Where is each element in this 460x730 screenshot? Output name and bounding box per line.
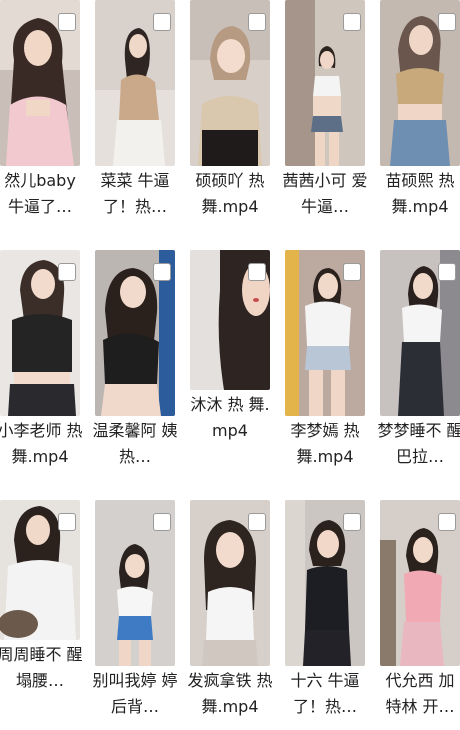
select-checkbox[interactable] <box>153 513 171 531</box>
select-checkbox[interactable] <box>58 13 76 31</box>
select-checkbox[interactable] <box>343 13 361 31</box>
video-thumbnail-grid: 然儿baby 牛逼了… 菜菜 牛逼 了！热… 硕硕吖 热 舞.mp4 茜茜小可 … <box>0 0 460 730</box>
video-tile[interactable]: 别叫我婷 婷 后背… <box>92 500 178 730</box>
video-filename: 硕硕吖 热 舞.mp4 <box>195 171 265 216</box>
video-filename: 梦梦睡不 醒 巴拉… <box>377 421 460 466</box>
video-filename: 苗硕熙 热 舞.mp4 <box>385 171 455 216</box>
select-checkbox[interactable] <box>343 263 361 281</box>
select-checkbox[interactable] <box>58 513 76 531</box>
video-thumbnail[interactable] <box>95 0 175 166</box>
video-filename: 代允西 加 特林 开… <box>385 671 455 716</box>
select-checkbox[interactable] <box>438 263 456 281</box>
video-tile[interactable]: 硕硕吖 热 舞.mp4 <box>190 0 270 230</box>
select-checkbox[interactable] <box>343 513 361 531</box>
video-filename: 发疯拿铁 热舞.mp4 <box>187 671 273 716</box>
video-thumbnail[interactable] <box>0 500 80 640</box>
video-filename: 别叫我婷 婷 后背… <box>92 671 178 716</box>
video-filename: 十六 牛逼 了！热… <box>290 671 360 716</box>
video-filename: 小李老师 热舞.mp4 <box>0 421 83 466</box>
video-tile[interactable]: 温柔馨阿 姨 热… <box>92 250 178 480</box>
video-filename: 周周睡不 醒 塌腰… <box>0 645 83 690</box>
video-thumbnail[interactable] <box>380 500 460 666</box>
video-tile[interactable]: 代允西 加 特林 开… <box>380 500 460 730</box>
select-checkbox[interactable] <box>438 13 456 31</box>
video-thumbnail[interactable] <box>285 0 365 166</box>
video-tile[interactable]: 小李老师 热舞.mp4 <box>0 250 83 480</box>
video-thumbnail[interactable] <box>190 250 270 390</box>
video-filename: 然儿baby 牛逼了… <box>4 171 76 216</box>
video-filename: 茜茜小可 爱 牛逼… <box>282 171 368 216</box>
video-filename: 温柔馨阿 姨 热… <box>92 421 178 466</box>
video-thumbnail[interactable] <box>190 500 270 666</box>
video-thumbnail[interactable] <box>285 250 365 416</box>
video-thumbnail[interactable] <box>0 250 80 416</box>
video-filename: 沐沐 热 舞.mp4 <box>190 395 270 440</box>
video-tile[interactable]: 李梦嫣 热 舞.mp4 <box>285 250 365 480</box>
select-checkbox[interactable] <box>248 513 266 531</box>
select-checkbox[interactable] <box>58 263 76 281</box>
video-tile[interactable]: 梦梦睡不 醒 巴拉… <box>377 250 460 480</box>
video-tile[interactable]: 菜菜 牛逼 了！热… <box>95 0 175 230</box>
video-thumbnail[interactable] <box>95 500 175 666</box>
select-checkbox[interactable] <box>248 13 266 31</box>
select-checkbox[interactable] <box>438 513 456 531</box>
video-thumbnail[interactable] <box>380 0 460 166</box>
video-tile[interactable]: 茜茜小可 爱 牛逼… <box>282 0 368 230</box>
video-tile[interactable]: 苗硕熙 热 舞.mp4 <box>380 0 460 230</box>
video-thumbnail[interactable] <box>285 500 365 666</box>
select-checkbox[interactable] <box>153 263 171 281</box>
select-checkbox[interactable] <box>153 13 171 31</box>
video-thumbnail[interactable] <box>190 0 270 166</box>
select-checkbox[interactable] <box>248 263 266 281</box>
video-thumbnail[interactable] <box>95 250 175 416</box>
video-tile[interactable]: 十六 牛逼 了！热… <box>285 500 365 730</box>
video-tile[interactable]: 沐沐 热 舞.mp4 <box>190 250 270 480</box>
video-tile[interactable]: 然儿baby 牛逼了… <box>0 0 80 230</box>
video-thumbnail[interactable] <box>0 0 80 166</box>
video-tile[interactable]: 发疯拿铁 热舞.mp4 <box>187 500 273 730</box>
video-filename: 李梦嫣 热 舞.mp4 <box>290 421 360 466</box>
video-thumbnail[interactable] <box>380 250 460 416</box>
video-filename: 菜菜 牛逼 了！热… <box>100 171 170 216</box>
video-tile[interactable]: 周周睡不 醒 塌腰… <box>0 500 83 730</box>
